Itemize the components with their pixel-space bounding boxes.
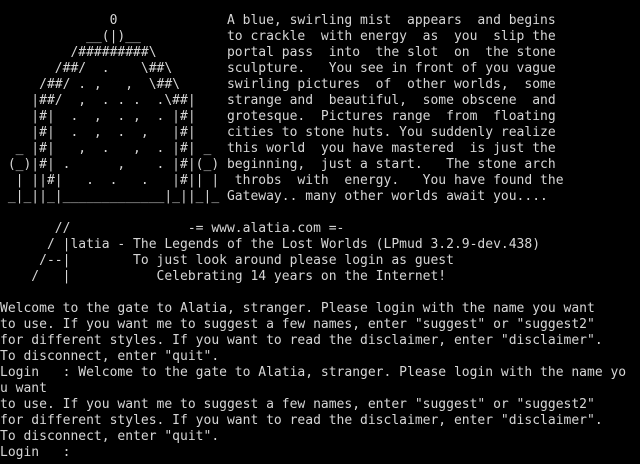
- banner-title-line: / |latia - The Legends of the Lost World…: [0, 237, 541, 252]
- welcome-message-line: to use. If you want me to suggest a few …: [0, 317, 595, 332]
- ascii-art-statue-line: _ |#| , . , . |#| _ this world you have …: [0, 141, 556, 156]
- banner-url-line: // -= www.alatia.com =-: [0, 221, 345, 236]
- welcome-message-line: Welcome to the gate to Alatia, stranger.…: [0, 301, 595, 316]
- welcome-message-line: to use. If you want me to suggest a few …: [0, 397, 595, 412]
- welcome-message-line: u want: [0, 381, 47, 396]
- ascii-art-statue-line: | ||#| . . . |#|| | throbs with energy. …: [0, 173, 564, 188]
- ascii-art-statue-line: |#| . , . , . |#| grotesque. Pictures ra…: [0, 109, 556, 124]
- welcome-message-line: for different styles. If you want to rea…: [0, 413, 603, 428]
- banner-guest-hint-line: /--| To just look around please login as…: [0, 253, 454, 268]
- ascii-art-statue-line: /##/ . , , \##\ swirling pictures of oth…: [0, 77, 556, 92]
- ascii-art-statue-line: (_)|#| . , . |#|(_) beginning, just a st…: [0, 157, 556, 172]
- ascii-art-statue-line: _|_||_|_____________|_||_|_ Gateway.. ma…: [0, 189, 548, 204]
- banner-anniversary-line: / | Celebrating 14 years on the Internet…: [0, 269, 447, 284]
- ascii-art-statue-line: 0 A blue, swirling mist appears and begi…: [0, 13, 556, 28]
- terminal-screen[interactable]: 0 A blue, swirling mist appears and begi…: [0, 13, 640, 464]
- login-input-prompt[interactable]: Login :: [0, 445, 640, 461]
- welcome-message-line: To disconnect, enter "quit".: [0, 349, 220, 364]
- login-prompt-line: Login : Welcome to the gate to Alatia, s…: [0, 365, 627, 380]
- ascii-art-statue-line: /#########\ portal pass into the slot on…: [0, 45, 556, 60]
- ascii-art-statue-line: /##/ . \##\ sculpture. You see in front …: [0, 61, 556, 76]
- ascii-art-statue-line: __(|)__ to crackle with energy as you sl…: [0, 29, 556, 44]
- ascii-art-statue-line: |##/ , . . . .\##| strange and beautiful…: [0, 93, 556, 108]
- welcome-message-line: for different styles. If you want to rea…: [0, 333, 603, 348]
- ascii-art-statue-line: |#| . , . , |#| cities to stone huts. Yo…: [0, 125, 556, 140]
- welcome-message-line: To disconnect, enter "quit".: [0, 429, 220, 444]
